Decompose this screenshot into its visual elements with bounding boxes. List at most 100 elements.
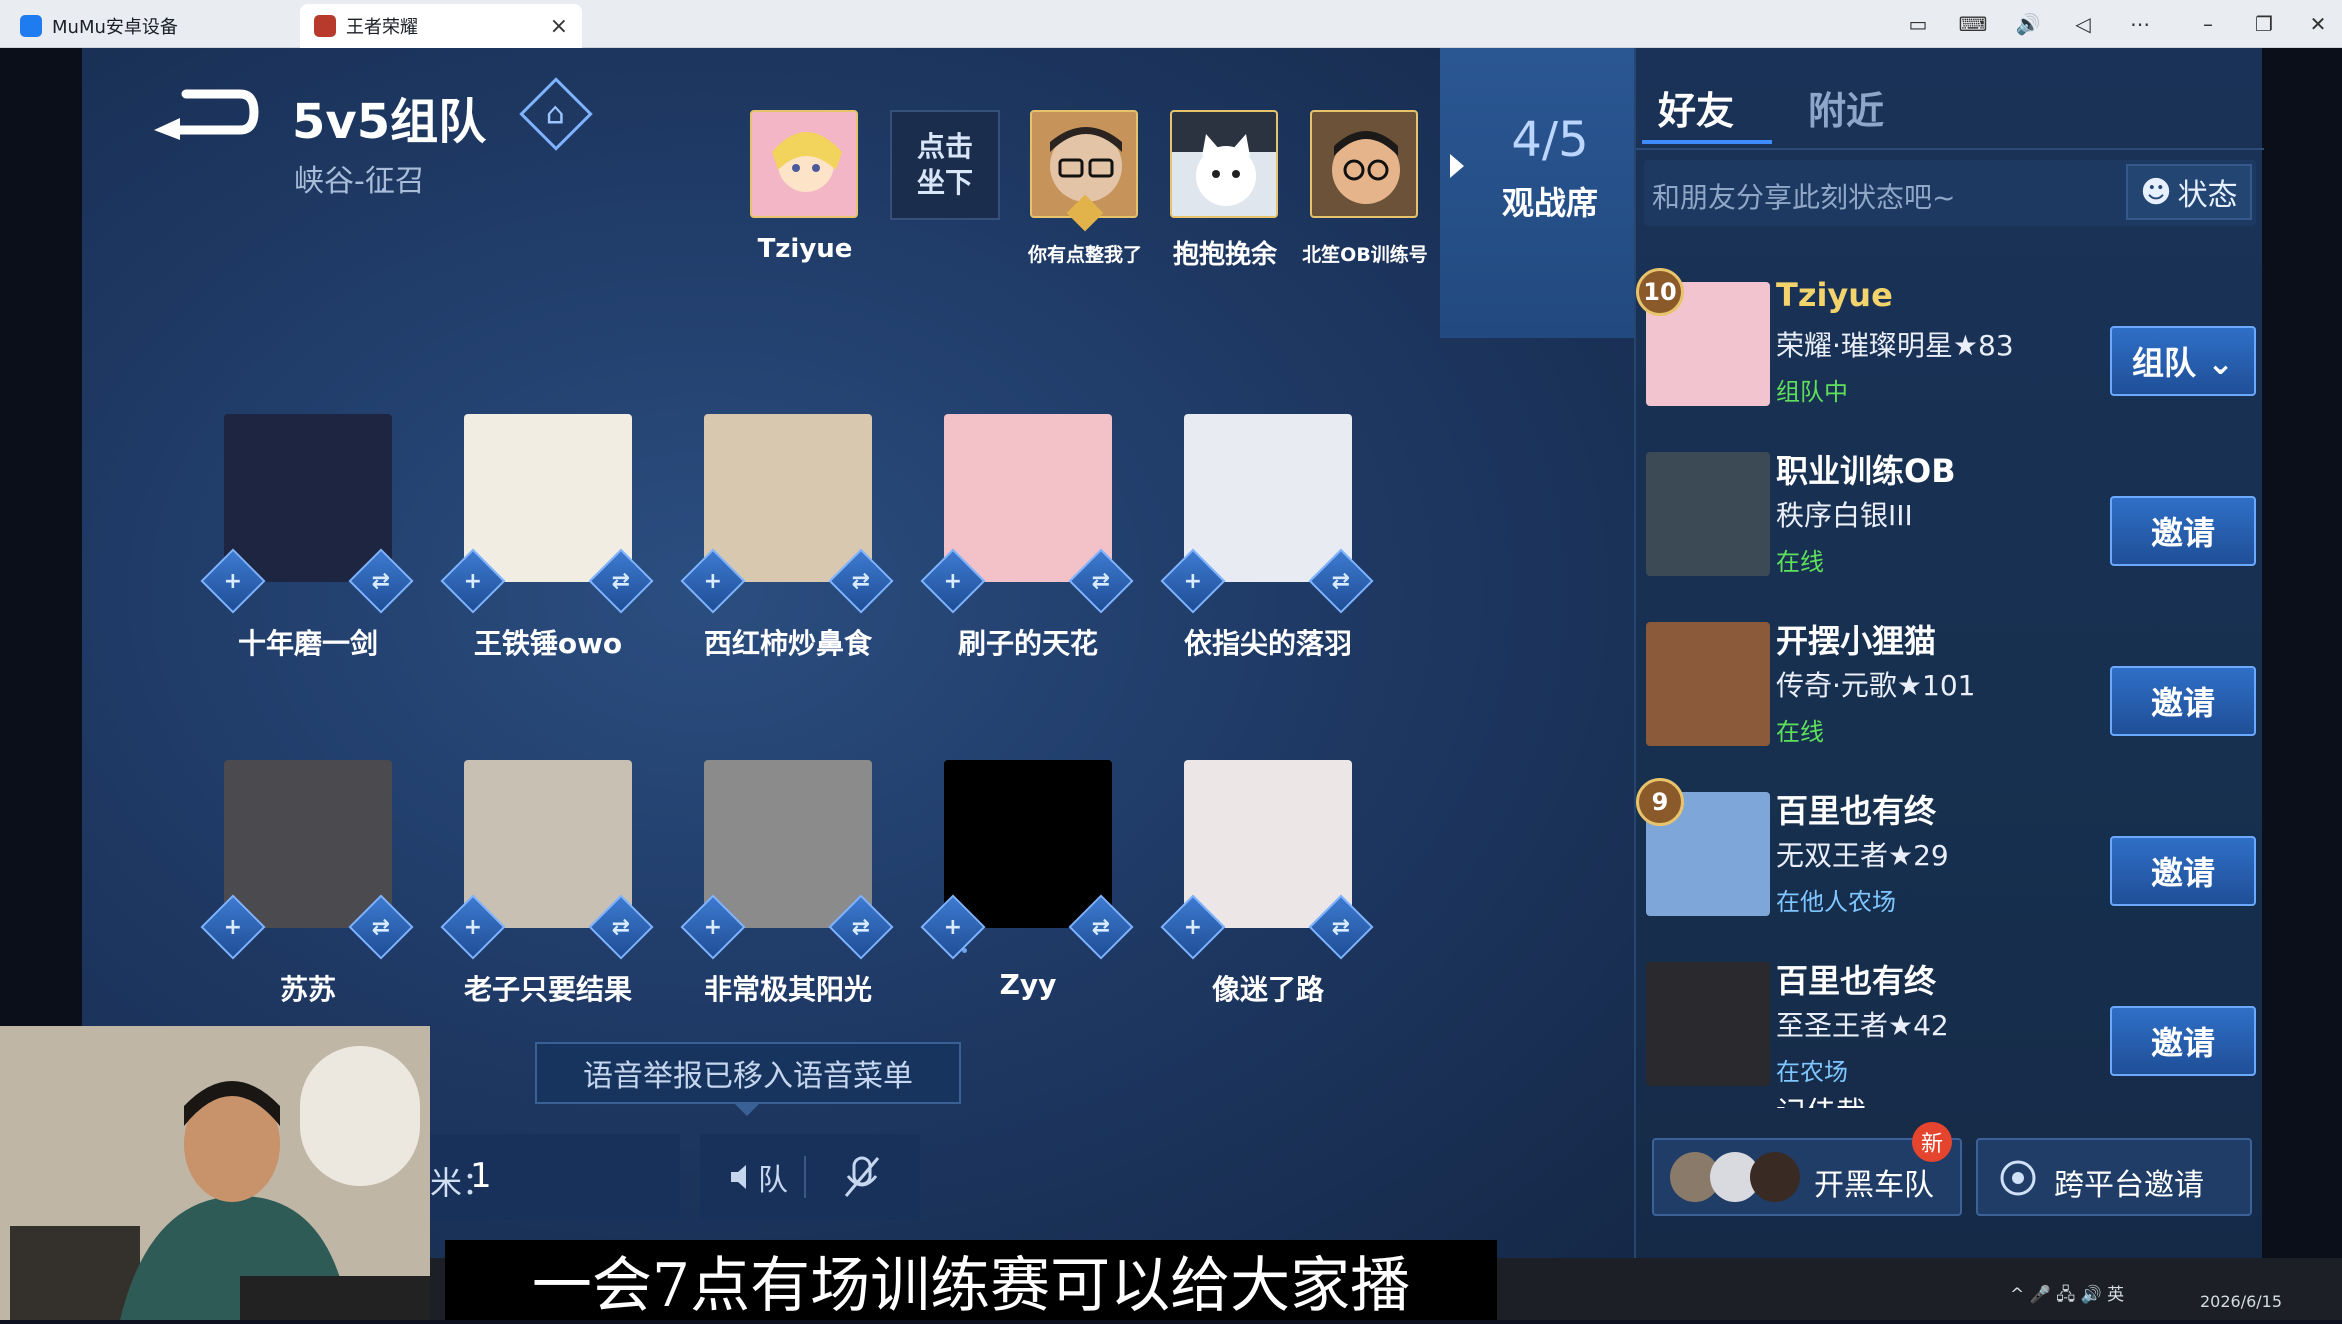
player-avatar[interactable] bbox=[704, 760, 872, 928]
friend-rank: 至圣王者★42 bbox=[1776, 1009, 1949, 1042]
player-avatar[interactable] bbox=[224, 760, 392, 928]
voice-notice: 语音举报已移入语音菜单 bbox=[535, 1042, 961, 1104]
back-nav-icon[interactable]: ◁ bbox=[2065, 8, 2101, 40]
tab-friends[interactable]: 好友 bbox=[1658, 80, 1734, 135]
minimize-button[interactable]: – bbox=[2190, 8, 2226, 40]
status-input[interactable]: 和朋友分享此刻状态吧~ bbox=[1652, 176, 1955, 216]
cross-platform-icon bbox=[2000, 1160, 2036, 1196]
system-tray[interactable]: ^ 🎤 🖧 🔊 英 bbox=[2010, 1280, 2124, 1311]
invite-button[interactable]: 邀请 bbox=[2110, 1006, 2256, 1076]
stream-subtitle: 一会7点有场训练赛可以给大家播 bbox=[445, 1240, 1497, 1321]
add-friend-icon: + bbox=[1183, 568, 1203, 594]
cross-platform-invite-button[interactable]: 跨平台邀请 bbox=[1976, 1138, 2252, 1216]
spectator-button[interactable]: 4/5 观战席 bbox=[1440, 48, 1634, 338]
seat-name: 你有点整我了 bbox=[1027, 244, 1142, 266]
friend-row[interactable]: 开摆小狸猫传奇·元歌★101 在线 邀请 bbox=[1636, 608, 2264, 778]
player-avatar[interactable] bbox=[1184, 414, 1352, 582]
photo-avatar bbox=[1332, 131, 1400, 204]
seat-avatar-3[interactable] bbox=[1170, 110, 1278, 218]
add-friend-icon: + bbox=[463, 568, 483, 594]
swap-icon: ⇄ bbox=[851, 568, 871, 594]
player-avatar[interactable] bbox=[704, 414, 872, 582]
screen-icon[interactable]: ▭ bbox=[1900, 8, 1936, 40]
player-avatar[interactable] bbox=[1184, 760, 1352, 928]
friend-name: 百里也有终 bbox=[1776, 962, 1937, 1000]
friend-name: 开摆小狸猫 bbox=[1776, 622, 1937, 660]
mumu-app-icon bbox=[20, 15, 42, 37]
friend-row[interactable]: 10 Tziyue 荣耀·璀璨明星★83 组队中 组队 ⌄ bbox=[1636, 268, 2264, 438]
status-button[interactable]: ☻ 状态 bbox=[2126, 164, 2252, 220]
add-friend-icon: + bbox=[703, 568, 723, 594]
swap-icon: ⇄ bbox=[371, 914, 391, 940]
mic-muted-icon[interactable] bbox=[840, 1154, 884, 1200]
friend-row[interactable]: 百里也有终至圣王者★42 在农场 邀请 bbox=[1636, 948, 2264, 1118]
invite-button[interactable]: 邀请 bbox=[2110, 496, 2256, 566]
invite-button[interactable]: 邀请 bbox=[2110, 666, 2256, 736]
more-icon[interactable]: ⋯ bbox=[2122, 8, 2158, 40]
player-avatar[interactable] bbox=[464, 760, 632, 928]
player-name: 非常极其阳光 bbox=[703, 973, 872, 1006]
tab-game[interactable]: 王者荣耀 × bbox=[300, 4, 582, 48]
status-bar: 和朋友分享此刻状态吧~ ☻ 状态 bbox=[1644, 160, 2256, 226]
keyboard-icon[interactable]: ⌨ bbox=[1955, 8, 1991, 40]
seat-avatar-4[interactable] bbox=[1310, 110, 1418, 218]
player-name: 十年磨一剑 bbox=[237, 627, 378, 660]
seat-avatar-tziyue[interactable] bbox=[750, 110, 858, 218]
window-titlebar: MuMu安卓设备 王者荣耀 × ▭ ⌨ 🔊 ◁ ⋯ – ❐ ✕ bbox=[0, 0, 2342, 48]
right-margin bbox=[2262, 48, 2342, 1320]
player-avatar[interactable] bbox=[944, 414, 1112, 582]
player-avatar[interactable] bbox=[224, 414, 392, 582]
swap-icon: ⇄ bbox=[611, 568, 631, 594]
friend-rank: 传奇·元歌★101 bbox=[1776, 669, 1976, 702]
empty-seat-button[interactable]: 点击 坐下 bbox=[890, 110, 1000, 220]
swap-icon: ⇄ bbox=[1091, 568, 1111, 594]
friend-status: 在农场 bbox=[1776, 1058, 1848, 1086]
friend-status: 在线 bbox=[1776, 548, 1824, 576]
restore-button[interactable]: ❐ bbox=[2246, 8, 2282, 40]
player-avatar[interactable] bbox=[944, 760, 1112, 928]
player-name: 依指尖的落羽 bbox=[1183, 627, 1352, 660]
add-friend-icon: + bbox=[703, 914, 723, 940]
speaker-icon bbox=[731, 1165, 746, 1189]
volume-icon[interactable]: 🔊 bbox=[2010, 8, 2046, 40]
friend-status: 在线 bbox=[1776, 718, 1824, 746]
empty-seat-label: 点击 bbox=[916, 130, 973, 163]
player-avatar[interactable] bbox=[464, 414, 632, 582]
counter-value: 1 bbox=[470, 1156, 492, 1196]
friend-rank: 无双王者★29 bbox=[1776, 839, 1949, 872]
tab-mumu[interactable]: MuMu安卓设备 bbox=[6, 4, 296, 48]
team-up-button[interactable]: 组队 ⌄ bbox=[2110, 326, 2256, 396]
close-button[interactable]: ✕ bbox=[2300, 8, 2336, 40]
invite-button[interactable]: 邀请 bbox=[2110, 836, 2256, 906]
tab-close-button[interactable]: × bbox=[550, 14, 568, 39]
player-name: 老子只要结果 bbox=[463, 973, 632, 1006]
player-name: Zyy bbox=[999, 968, 1057, 1001]
friend-name: 职业训练OB bbox=[1776, 452, 1956, 490]
player-name: 刷子的天花 bbox=[957, 627, 1098, 660]
friend-name: Tziyue bbox=[1776, 276, 1893, 314]
back-arrow-icon[interactable] bbox=[150, 82, 262, 142]
spectator-label: 观战席 bbox=[1501, 184, 1598, 222]
counter-box: 米： 1 bbox=[430, 1134, 680, 1220]
friend-rank: 荣耀·璀璨明星★83 bbox=[1776, 329, 2014, 362]
room-subtitle: 峡谷-征召 bbox=[294, 164, 425, 199]
friend-name-partial: 记佳裁 bbox=[1776, 1088, 1866, 1108]
anime-avatar bbox=[772, 132, 842, 192]
swap-icon: ⇄ bbox=[611, 914, 631, 940]
add-friend-icon: + bbox=[1183, 914, 1203, 940]
friend-status: 组队中 bbox=[1776, 378, 1848, 406]
friend-row[interactable]: 9 百里也有终 无双王者★29 在他人农场 邀请 bbox=[1636, 778, 2264, 948]
notice-pointer bbox=[735, 1104, 759, 1116]
team-voice-button[interactable]: 队 bbox=[718, 1152, 798, 1202]
swap-icon: ⇄ bbox=[371, 568, 391, 594]
tab-nearby[interactable]: 附近 bbox=[1808, 80, 1884, 135]
empty-seat-label: 坐下 bbox=[916, 166, 973, 199]
new-badge: 新 bbox=[1912, 1122, 1952, 1162]
tab-label: MuMu安卓设备 bbox=[52, 17, 178, 38]
left-margin bbox=[0, 48, 82, 1026]
divider bbox=[804, 1156, 806, 1198]
voice-controls: 队 bbox=[700, 1134, 920, 1220]
add-friend-icon: + bbox=[943, 914, 963, 940]
friend-row[interactable]: 职业训练OB 秩序白银III 在线 邀请 bbox=[1636, 438, 2264, 608]
divider bbox=[1636, 148, 2264, 150]
